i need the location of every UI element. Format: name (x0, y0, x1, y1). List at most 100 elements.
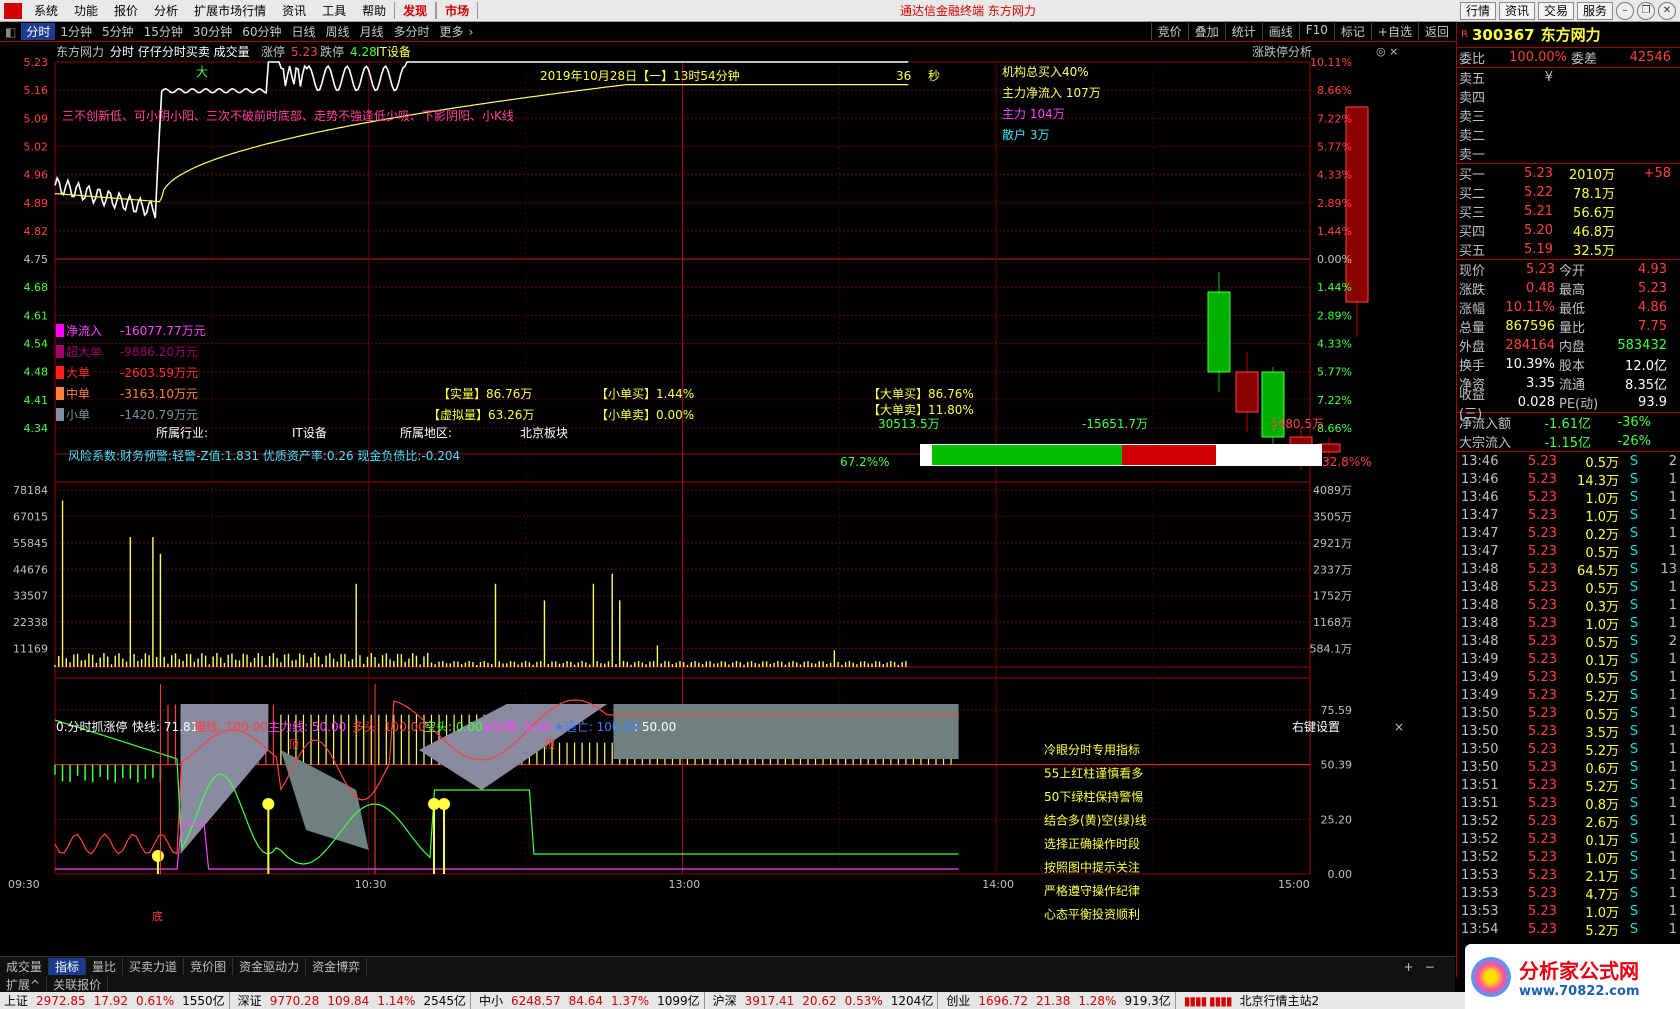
tick-row[interactable]: 13:46 5.23 1.0万 S 1 (1457, 488, 1680, 507)
volume-tick-label: 33507 (13, 590, 48, 603)
tick-row[interactable]: 13:48 5.23 0.5万 S 1 (1457, 578, 1680, 597)
tick-row[interactable]: 13:49 5.23 5.2万 S 1 (1457, 686, 1680, 705)
tick-row[interactable]: 13:47 5.23 1.0万 S 1 (1457, 506, 1680, 525)
tool-add-watchlist[interactable]: +自选 (1370, 23, 1418, 40)
tick-row[interactable]: 13:50 5.23 5.2万 S 1 (1457, 740, 1680, 759)
menu-function[interactable]: 功能 (66, 2, 106, 19)
tick-row[interactable]: 13:52 5.23 2.6万 S 1 (1457, 812, 1680, 831)
period-30min[interactable]: 30分钟 (188, 23, 237, 40)
flow-label: 净流入额 (1459, 417, 1512, 432)
industry-label: 所属行业: (156, 426, 208, 440)
ratio-bar-buy (932, 445, 1122, 465)
tick-row[interactable]: 13:46 5.23 14.3万 S 1 (1457, 470, 1680, 489)
tool-f10[interactable]: F10 (1298, 23, 1334, 40)
period-intraday[interactable]: 分时 (21, 23, 56, 40)
button-service[interactable]: 服务 (1576, 1, 1613, 20)
tick-row[interactable]: 13:49 5.23 0.1万 S 1 (1457, 650, 1680, 669)
stock-name: 东方网力 (56, 44, 104, 59)
tab-indicator[interactable]: 指标 (49, 958, 87, 975)
zoom-controls[interactable]: + − (1403, 960, 1435, 974)
period-multi-day[interactable]: 多分时 (389, 23, 435, 40)
limit-down-value: 4.28 (350, 45, 377, 59)
indicator-close-icon[interactable]: × (1394, 720, 1404, 734)
minimize-icon[interactable]: – (1616, 1, 1634, 20)
tab-volume-ratio[interactable]: 量比 (86, 958, 124, 975)
tick-row[interactable]: 13:48 5.23 0.3万 S 1 (1457, 596, 1680, 615)
menu-discover[interactable]: 发现 (394, 2, 437, 19)
tick-row[interactable]: 13:51 5.23 5.2万 S 1 (1457, 776, 1680, 795)
tab-related-quotes[interactable]: 关联报价 (47, 976, 109, 992)
tool-overlay[interactable]: 叠加 (1187, 23, 1225, 40)
tick-cell-p: 5.23 (1528, 687, 1557, 703)
period-1min[interactable]: 1分钟 (55, 23, 97, 40)
tick-row[interactable]: 13:50 5.23 3.5万 S 1 (1457, 722, 1680, 741)
button-trade[interactable]: 交易 (1537, 1, 1574, 20)
tick-row[interactable]: 13:47 5.23 0.2万 S 1 (1457, 524, 1680, 543)
tab-buy-sell-power[interactable]: 买卖力道 (123, 958, 185, 975)
tick-row[interactable]: 13:51 5.23 0.8万 S 1 (1457, 794, 1680, 813)
tool-back[interactable]: 返回 (1417, 23, 1455, 40)
buy-signal-icon (151, 850, 164, 862)
period-monthly[interactable]: 月线 (355, 23, 389, 40)
menu-news[interactable]: 资讯 (274, 2, 314, 19)
tick-cell-t: 13:46 (1461, 489, 1499, 505)
period-5min[interactable]: 5分钟 (97, 23, 139, 40)
period-15min[interactable]: 15分钟 (139, 23, 188, 40)
menu-analysis[interactable]: 分析 (146, 2, 186, 19)
menu-system[interactable]: 系统 (26, 2, 66, 19)
button-news[interactable]: 资讯 (1498, 1, 1535, 20)
tick-cell-t: 13:46 (1461, 471, 1499, 487)
app-window: 系统 功能 报价 分析 扩展市场行情 资讯 工具 帮助 发现 市场 通达信金融终… (0, 0, 1680, 1009)
button-quotes[interactable]: 行情 (1459, 1, 1496, 20)
menu-extended-market[interactable]: 扩展市场行情 (186, 2, 274, 19)
tick-cell-s: S (1629, 633, 1639, 649)
tick-row[interactable]: 13:53 5.23 2.1万 S 1 (1457, 866, 1680, 885)
tick-row[interactable]: 13:50 5.23 0.6万 S 1 (1457, 758, 1680, 777)
more-chevron-icon[interactable]: › (469, 25, 474, 39)
intraday-chart[interactable]: 东方网力 分时 仔仔分时买卖 成交量 涨停 5.23 跌停 4.28 IT设备 … (0, 42, 1455, 956)
menu-tools[interactable]: 工具 (314, 2, 354, 19)
tool-draw[interactable]: 画线 (1261, 23, 1299, 40)
period-weekly[interactable]: 周线 (321, 23, 355, 40)
chart-settings-icon[interactable]: ◎ × (1376, 45, 1398, 58)
period-more[interactable]: 更多 (435, 23, 469, 40)
index-name: 中小 (478, 994, 503, 1008)
indicator-tick-label: 50.39 (1321, 759, 1353, 772)
menu-market[interactable]: 市场 (436, 2, 479, 19)
tick-row[interactable]: 13:50 5.23 0.5万 S 1 (1457, 704, 1680, 723)
indicator-settings[interactable]: 右键设置 (1292, 719, 1340, 734)
tick-row[interactable]: 13:52 5.23 0.1万 S 1 (1457, 830, 1680, 849)
tool-mark[interactable]: 标记 (1333, 23, 1371, 40)
tick-row[interactable]: 13:54 5.23 5.2万 S 1 (1457, 920, 1680, 939)
tick-row[interactable]: 13:48 5.23 64.5万 S 13 (1457, 560, 1680, 579)
tick-row[interactable]: 13:52 5.23 1.0万 S 1 (1457, 848, 1680, 867)
tool-statistics[interactable]: 统计 (1224, 23, 1262, 40)
tick-row[interactable]: 13:53 5.23 1.0万 S 1 (1457, 902, 1680, 921)
close-icon[interactable]: ✕ (1658, 1, 1676, 20)
restore-icon[interactable]: ❐ (1637, 1, 1655, 20)
tab-capital-drive[interactable]: 资金驱动力 (233, 958, 307, 975)
tick-list[interactable]: 13:46 5.23 0.5万 S 2 13:46 5.23 14.3万 S 1 13:46 5.23… (1457, 452, 1680, 939)
period-60min[interactable]: 60分钟 (237, 23, 286, 40)
tick-cell-n: 1 (1668, 615, 1677, 631)
tick-row[interactable]: 13:48 5.23 0.5万 S 2 (1457, 632, 1680, 651)
period-daily[interactable]: 日线 (286, 23, 320, 40)
tab-capital-game[interactable]: 资金博弈 (306, 958, 368, 975)
tick-row[interactable]: 13:48 5.23 1.0万 S 1 (1457, 614, 1680, 633)
tick-row[interactable]: 13:49 5.23 0.5万 S 1 (1457, 668, 1680, 687)
limit-analysis-link[interactable]: 涨跌停分析 (1252, 44, 1312, 59)
tick-row[interactable]: 13:46 5.23 0.5万 S 2 (1457, 452, 1680, 471)
tool-auction[interactable]: 竞价 (1150, 23, 1188, 40)
tick-cell-p: 5.23 (1528, 903, 1557, 919)
menu-quote[interactable]: 报价 (106, 2, 146, 19)
menu-help[interactable]: 帮助 (354, 2, 394, 19)
tick-row[interactable]: 13:53 5.23 4.7万 S 1 (1457, 884, 1680, 903)
tick-row[interactable]: 13:47 5.23 0.5万 S 1 (1457, 542, 1680, 561)
tab-volume[interactable]: 成交量 (0, 958, 50, 975)
tab-extend[interactable]: 扩展^ (0, 976, 48, 992)
time-tick-label: 14:00 (982, 878, 1014, 891)
index-change: 17.92 (93, 993, 128, 1008)
panel-toggle-icon[interactable]: ◧ (0, 25, 21, 39)
volume-tick-label: 11169 (13, 643, 48, 656)
tab-auction-chart[interactable]: 竞价图 (184, 958, 234, 975)
